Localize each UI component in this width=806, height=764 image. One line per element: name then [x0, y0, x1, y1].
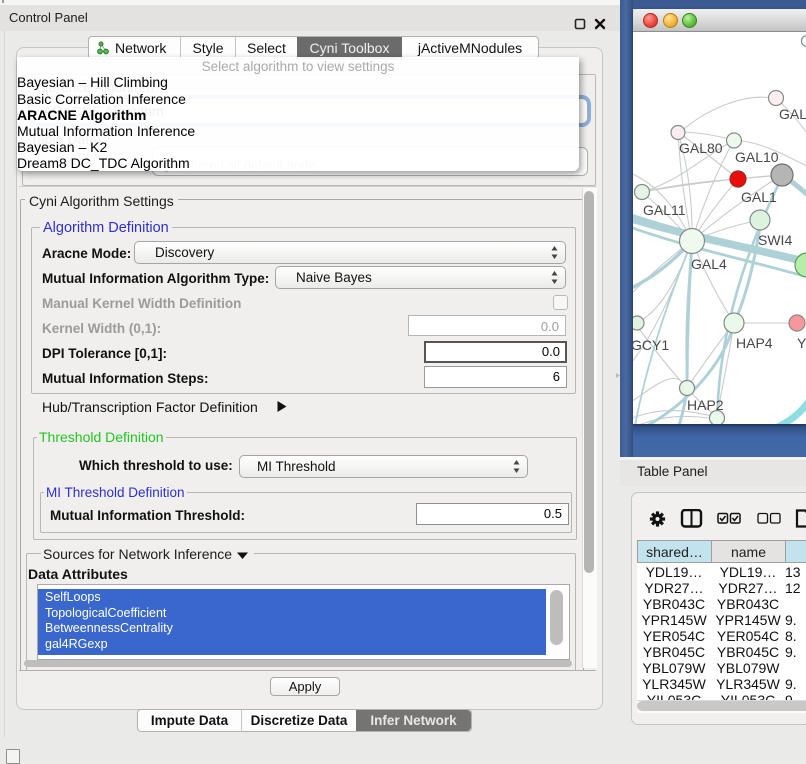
svg-text:GAL11: GAL11: [643, 202, 686, 218]
svg-text:SWI4: SWI4: [758, 232, 792, 248]
svg-text:HAP2: HAP2: [687, 397, 724, 413]
svg-text:GAL1: GAL1: [741, 189, 777, 205]
svg-text:Y: Y: [797, 335, 806, 351]
svg-text:HAP4: HAP4: [736, 335, 773, 351]
svg-text:GAL4: GAL4: [691, 256, 727, 272]
svg-text:GAL: GAL: [779, 106, 806, 122]
svg-text:GCY1: GCY1: [633, 337, 669, 353]
svg-text:GAL80: GAL80: [679, 140, 723, 156]
svg-text:GAL10: GAL10: [735, 149, 779, 165]
